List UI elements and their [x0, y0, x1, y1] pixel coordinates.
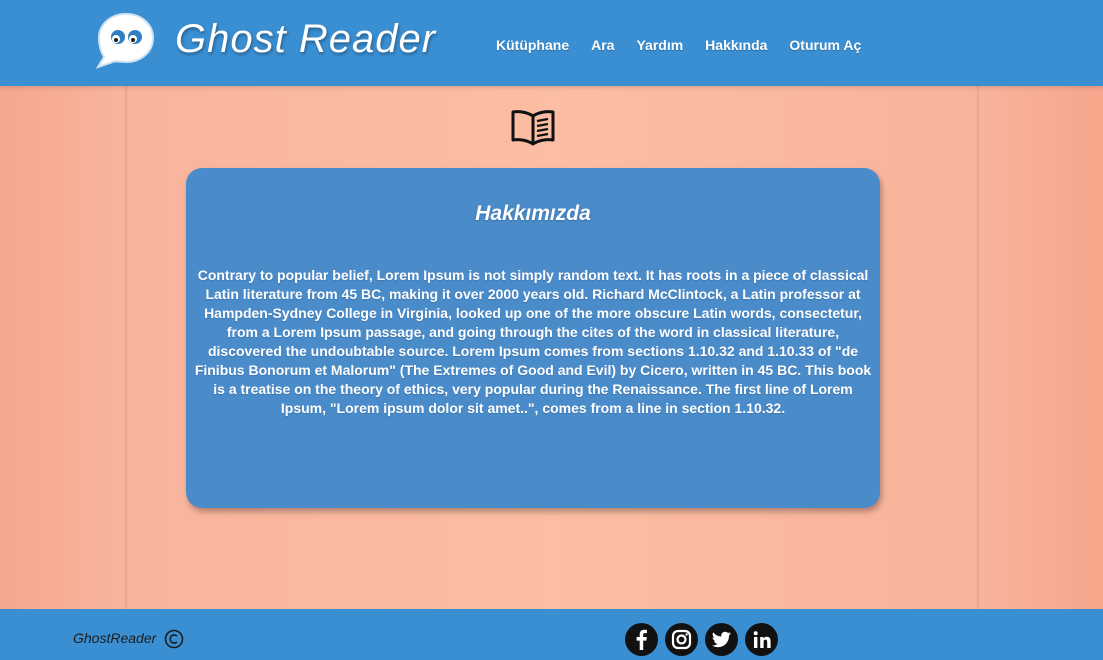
nav-link-yardim[interactable]: Yardım: [636, 37, 683, 53]
brand-title[interactable]: Ghost Reader: [175, 17, 436, 62]
linkedin-icon[interactable]: [745, 623, 778, 656]
instagram-icon[interactable]: [665, 623, 698, 656]
about-text: Contrary to popular belief, Lorem Ipsum …: [194, 267, 872, 416]
about-title: Hakkımızda: [475, 202, 591, 225]
right-column-divider: [977, 86, 979, 609]
nav-link-kutuphane[interactable]: Kütüphane: [496, 37, 569, 53]
header: Ghost Reader Kütüphane Ara Yardım Hakkın…: [0, 0, 1103, 86]
copyright-icon: [164, 629, 184, 649]
main-nav: Kütüphane Ara Yardım Hakkında Oturum Aç: [496, 37, 861, 53]
footer-brand: GhostReader: [73, 630, 157, 646]
footer: GhostReader: [0, 609, 1103, 660]
social-links: [625, 623, 778, 656]
facebook-icon[interactable]: [625, 623, 658, 656]
nav-link-oturum-ac[interactable]: Oturum Aç: [789, 37, 861, 53]
about-card: Hakkımızda Contrary to popular belief, L…: [186, 168, 880, 508]
ghost-chat-logo-icon[interactable]: [96, 10, 156, 70]
nav-link-ara[interactable]: Ara: [591, 37, 614, 53]
nav-link-hakkinda[interactable]: Hakkında: [705, 37, 767, 53]
open-book-icon: [511, 110, 555, 146]
twitter-icon[interactable]: [705, 623, 738, 656]
left-column-divider: [125, 86, 127, 609]
